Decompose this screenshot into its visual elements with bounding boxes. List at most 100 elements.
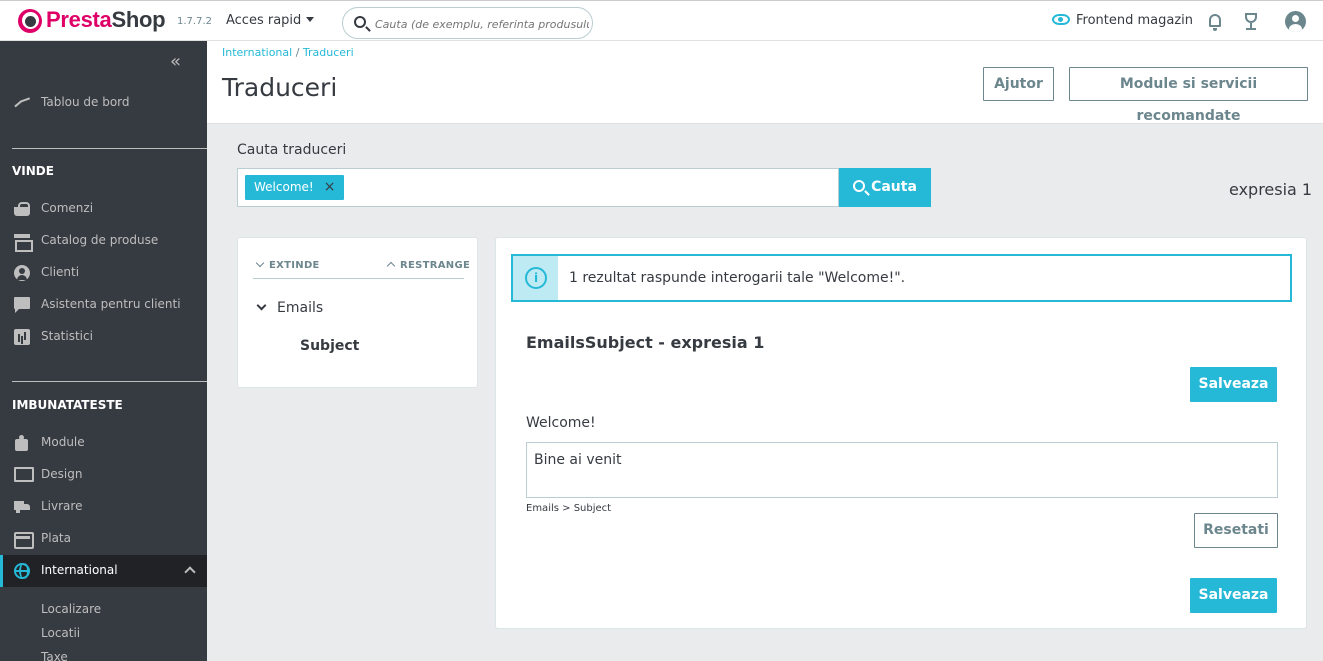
recommended-modules-button[interactable]: Module si servicii recomandate [1069, 67, 1308, 124]
sidebar-item-label: Catalog de produse [41, 233, 159, 247]
user-avatar-icon[interactable] [1285, 11, 1306, 32]
search-translations-label: Cauta traduceri [237, 142, 347, 158]
close-icon[interactable]: × [324, 175, 336, 200]
sidebar-item-dashboard[interactable]: Tablou de bord [0, 89, 207, 117]
sidebar-divider [12, 148, 207, 149]
sidebar-item-shipping[interactable]: Livrare [0, 493, 207, 521]
translations-search-input[interactable]: Welcome! × [237, 168, 839, 207]
search-button[interactable]: Cauta [839, 168, 931, 207]
sidebar-divider [12, 381, 207, 382]
shopping-basket-icon [14, 201, 30, 217]
expression-count: expresia 1 [1229, 180, 1313, 199]
bar-chart-icon [14, 329, 30, 345]
search-tag: Welcome! × [245, 175, 345, 200]
sidebar-item-statistics[interactable]: Statistici [0, 323, 207, 351]
puzzle-icon [14, 435, 30, 451]
desktop-icon [14, 467, 34, 483]
section-title-sell: VINDE [12, 164, 54, 178]
translation-path: Emails > Subject [526, 503, 612, 514]
frontend-link[interactable]: Frontend magazin [1052, 13, 1193, 28]
sidebar-item-catalog[interactable]: Catalog de produse [0, 227, 207, 255]
sidebar-item-modules[interactable]: Module [0, 429, 207, 457]
help-button[interactable]: Ajutor [983, 67, 1054, 101]
section-title-improve: IMBUNATATESTE [12, 398, 123, 412]
quick-access-label: Acces rapid [226, 13, 302, 28]
expand-label: EXTINDE [269, 260, 320, 271]
search-icon [853, 180, 866, 192]
reset-button[interactable]: Resetati [1194, 513, 1278, 548]
brand-presta: Presta [46, 7, 112, 32]
top-header: PrestaShop 1.7.7.2 Acces rapid Frontend … [0, 0, 1323, 41]
truck-icon [14, 499, 30, 515]
globe-icon [14, 563, 30, 579]
brand-name[interactable]: PrestaShop [46, 7, 166, 33]
sidebar-item-label: Module [41, 435, 85, 449]
sidebar: « Tablou de bord VINDE Comenzi Catalog d… [0, 41, 207, 661]
credit-card-icon [14, 531, 34, 549]
translation-tree-panel: EXTINDE RESTRANGE Emails Subject [237, 237, 478, 388]
expand-all-button[interactable]: EXTINDE [255, 258, 320, 271]
chat-icon [14, 297, 30, 313]
sidebar-item-label: Statistici [41, 329, 93, 343]
header-search-input[interactable] [375, 14, 589, 34]
sidebar-item-orders[interactable]: Comenzi [0, 195, 207, 223]
sidebar-item-label: Design [41, 467, 83, 481]
prestashop-logo-icon[interactable] [18, 9, 42, 33]
breadcrumb: International / Traduceri [222, 46, 354, 59]
chevron-down-icon [255, 258, 265, 268]
collapse-label: RESTRANGE [400, 260, 471, 271]
translation-textarea[interactable]: Bine ai venit [526, 442, 1278, 498]
sidebar-item-international[interactable]: International [0, 555, 207, 587]
breadcrumb-current[interactable]: Traduceri [303, 46, 354, 59]
version-label: 1.7.7.2 [177, 16, 212, 27]
info-icon: i [525, 267, 547, 289]
quick-access-dropdown[interactable]: Acces rapid [226, 13, 315, 28]
search-tag-label: Welcome! [254, 180, 314, 194]
page-header: International / Traduceri Traduceri Ajut… [207, 41, 1323, 124]
original-text: Welcome! [526, 415, 596, 431]
caret-down-icon [306, 17, 315, 22]
search-icon [354, 16, 366, 28]
tree-divider [253, 278, 464, 279]
chevron-up-icon [386, 261, 396, 271]
sidebar-item-label: Comenzi [41, 201, 94, 215]
chevron-up-icon [184, 566, 196, 578]
sidebar-item-label: Tablou de bord [41, 95, 130, 109]
sidebar-subitem-localization[interactable]: Localizare [41, 602, 101, 616]
chevron-down-icon [256, 300, 267, 311]
search-button-label: Cauta [871, 179, 917, 195]
sidebar-item-label: Clienti [41, 265, 80, 279]
sidebar-item-label: Plata [41, 531, 71, 545]
tree-node-emails[interactable]: Emails [256, 300, 324, 316]
sidebar-item-payment[interactable]: Plata [0, 525, 207, 553]
store-icon [14, 233, 33, 252]
save-button-top[interactable]: Salveaza [1190, 367, 1277, 402]
sidebar-item-label: International [41, 563, 118, 577]
sidebar-item-label: Livrare [41, 499, 83, 513]
trending-up-icon [14, 95, 30, 111]
sidebar-item-design[interactable]: Design [0, 461, 207, 489]
collapse-all-button[interactable]: RESTRANGE [386, 260, 471, 271]
alert-message: 1 rezultat raspunde interogarii tale "We… [569, 270, 906, 286]
tree-node-subject[interactable]: Subject [300, 338, 359, 354]
sidebar-subitem-locations[interactable]: Locatii [41, 626, 80, 640]
tree-node-label: Emails [277, 300, 324, 316]
brand-shop: Shop [111, 7, 166, 32]
breadcrumb-parent[interactable]: International [222, 46, 292, 59]
sidebar-item-label: Asistenta pentru clienti [41, 297, 181, 311]
translation-results-panel: i 1 rezultat raspunde interogarii tale "… [495, 237, 1307, 629]
info-alert: i 1 rezultat raspunde interogarii tale "… [511, 254, 1292, 302]
save-button-bottom[interactable]: Salveaza [1190, 578, 1277, 613]
eye-icon [1052, 14, 1070, 25]
sidebar-subitem-taxes[interactable]: Taxe [41, 650, 68, 661]
trophy-icon[interactable] [1242, 13, 1260, 31]
header-search[interactable] [342, 7, 593, 39]
notifications-bell-icon[interactable] [1207, 13, 1223, 31]
frontend-label: Frontend magazin [1076, 13, 1194, 28]
account-circle-icon [14, 265, 30, 281]
page-title: Traduceri [222, 73, 338, 102]
collapse-sidebar-icon[interactable]: « [170, 53, 181, 71]
result-title: EmailsSubject - expresia 1 [526, 333, 765, 352]
sidebar-item-customers[interactable]: Clienti [0, 259, 207, 287]
sidebar-item-customer-service[interactable]: Asistenta pentru clienti [0, 291, 207, 319]
